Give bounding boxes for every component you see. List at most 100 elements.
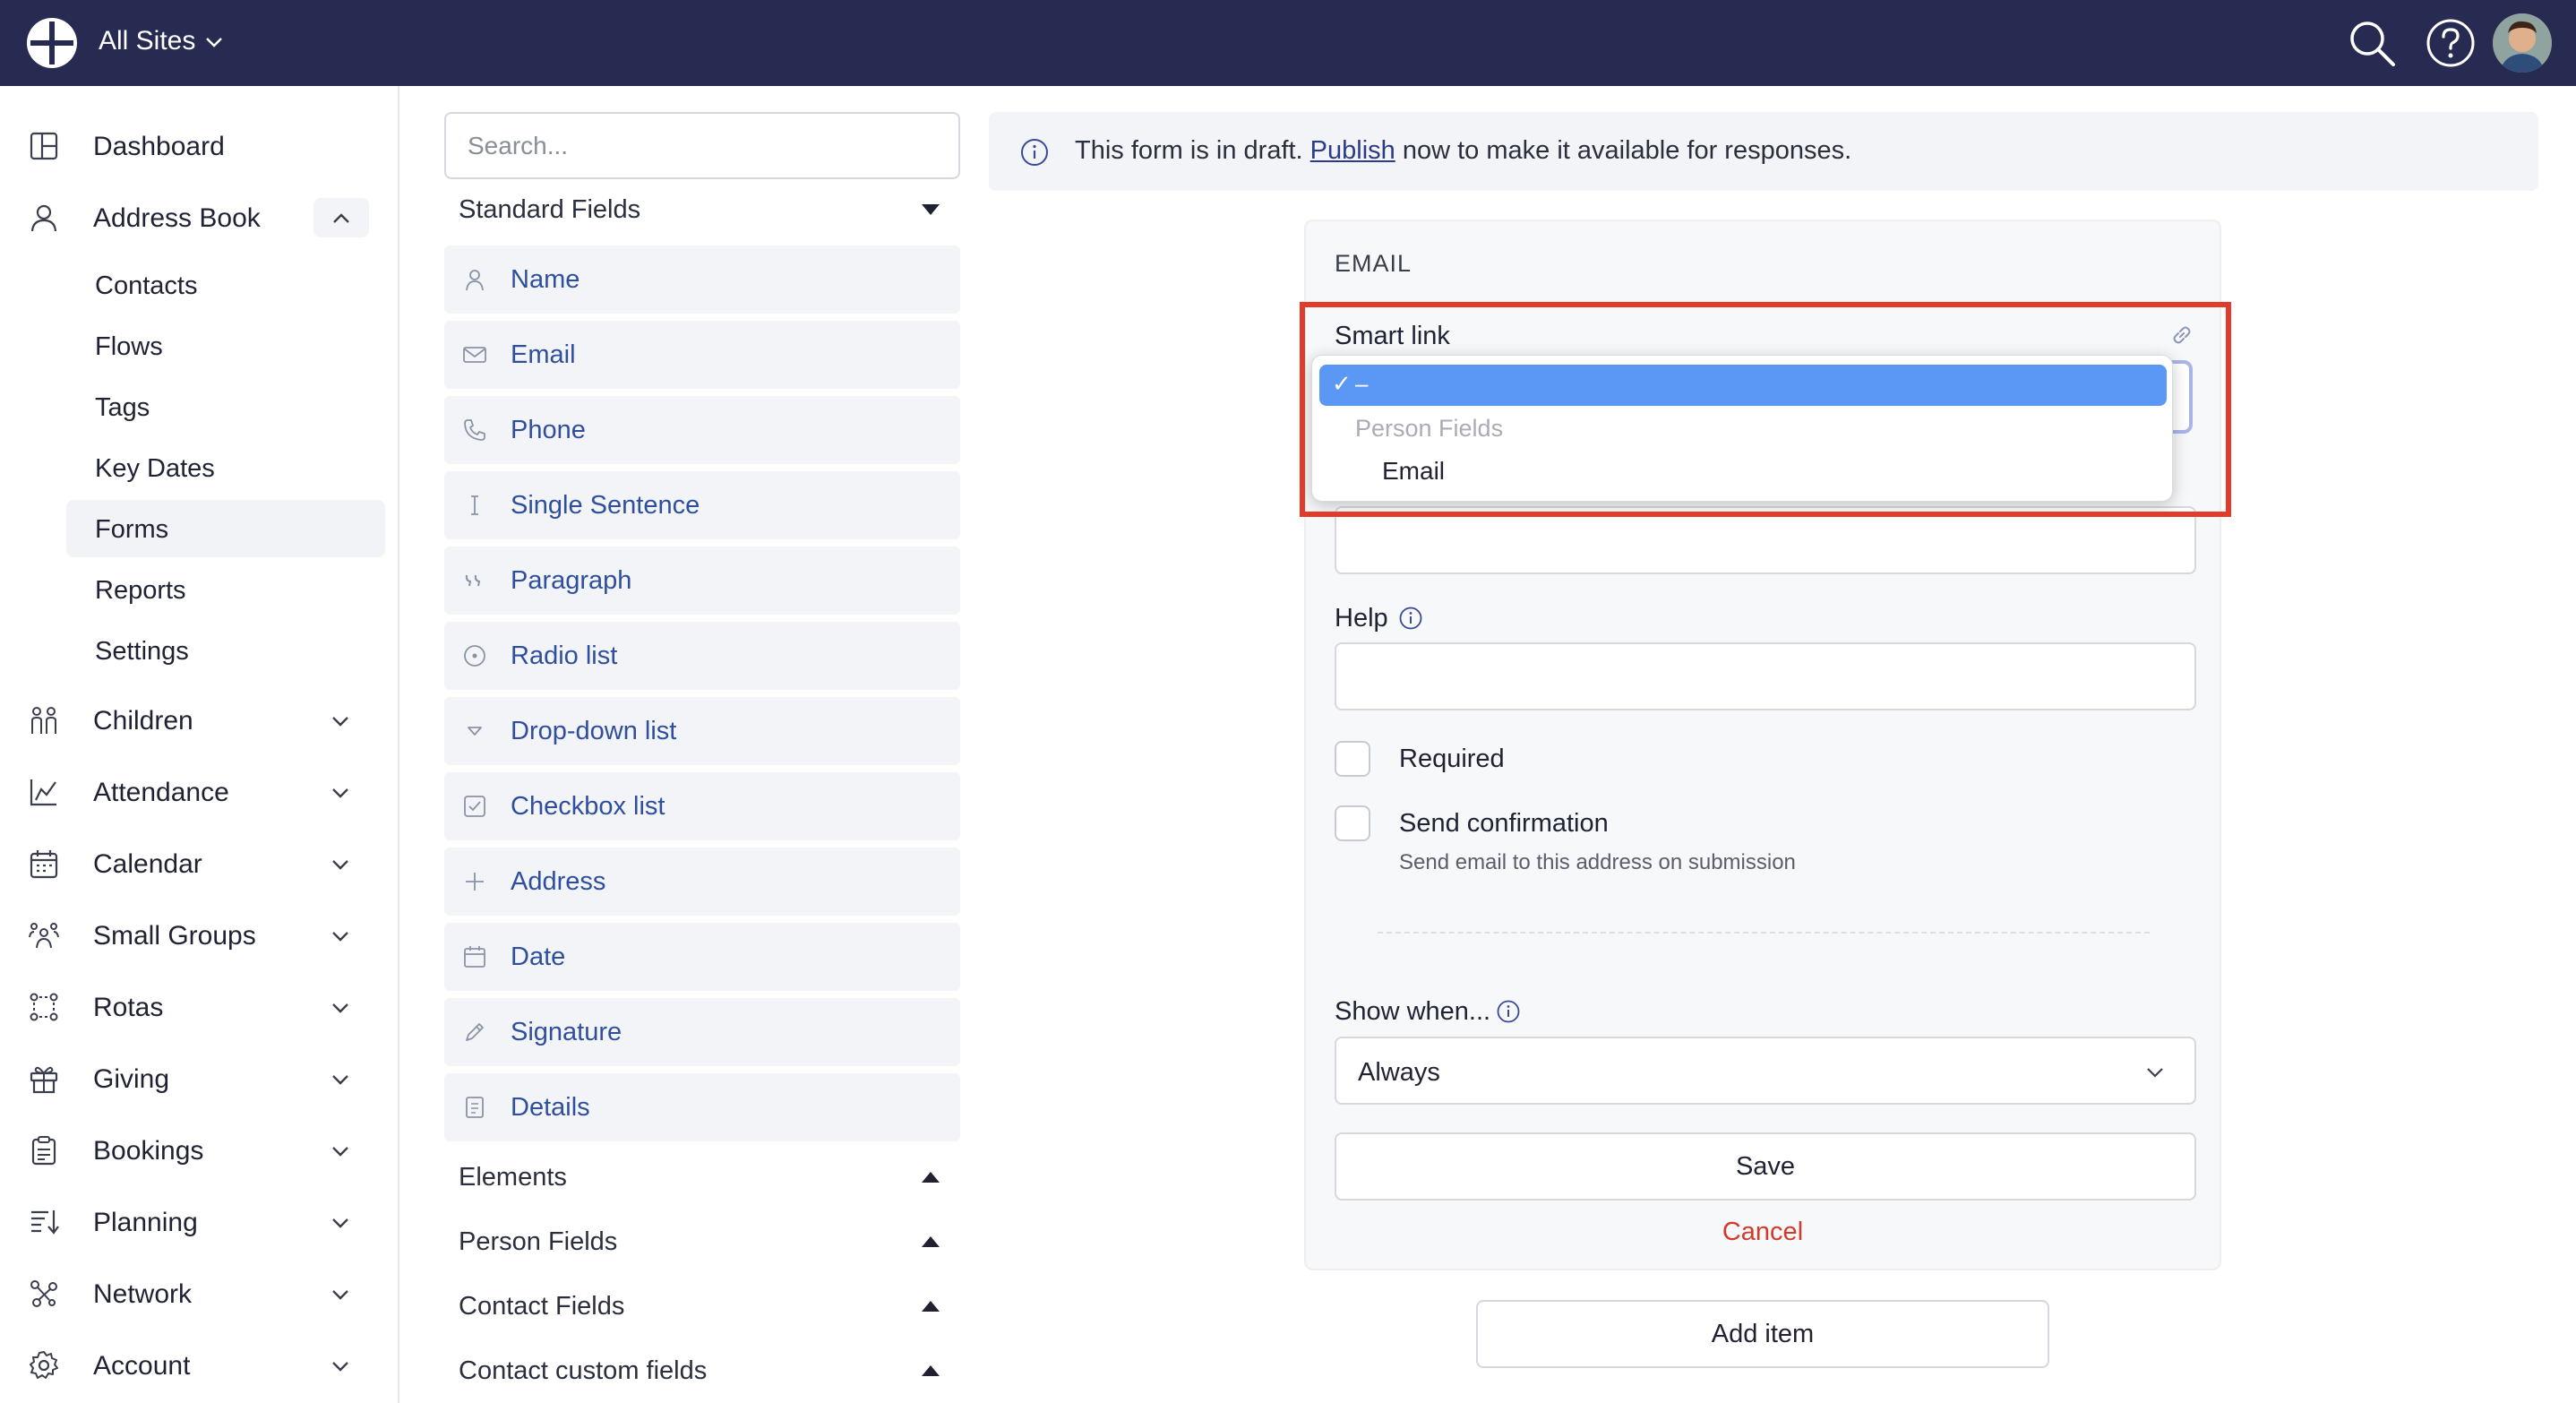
chevron-up-icon[interactable] xyxy=(329,206,354,231)
palette-field-details[interactable]: Details xyxy=(444,1073,960,1141)
group-label: Contact custom fields xyxy=(459,1356,708,1385)
sidebar-item-attendance[interactable]: Attendance xyxy=(0,765,399,819)
caret-up-icon[interactable] xyxy=(921,1235,940,1249)
chevron-down-icon[interactable] xyxy=(328,1354,353,1379)
group-label: Elements xyxy=(459,1163,567,1192)
site-switcher-label[interactable]: All Sites xyxy=(99,26,195,56)
add-item-button[interactable]: Add item xyxy=(1476,1300,2049,1368)
draft-text-after: now to make it available for responses. xyxy=(1395,136,1852,165)
chevron-down-icon[interactable] xyxy=(328,1210,353,1235)
caret-up-icon[interactable] xyxy=(921,1364,940,1378)
palette-field-label: Email xyxy=(511,340,576,369)
sidebar-item-bookings[interactable]: Bookings xyxy=(0,1123,399,1177)
clipboard-icon xyxy=(31,1136,56,1166)
sidebar-subitem-label: Key Dates xyxy=(95,454,215,483)
palette-field-name[interactable]: Name xyxy=(444,245,960,314)
cancel-link[interactable]: Cancel xyxy=(1306,1218,2220,1247)
sidebar-item-network[interactable]: Network xyxy=(0,1267,399,1321)
sidebar-subitem-contacts[interactable]: Contacts xyxy=(66,256,385,314)
sidebar-subitem-reports[interactable]: Reports xyxy=(66,561,385,618)
palette-field-single-sentence[interactable]: Single Sentence xyxy=(444,471,960,539)
group-label: Person Fields xyxy=(459,1227,618,1256)
group-contact-custom-fields[interactable]: Contact custom fields xyxy=(444,1346,960,1396)
chevron-down-icon[interactable] xyxy=(328,709,353,734)
caret-up-icon[interactable] xyxy=(921,1299,940,1313)
info-icon[interactable] xyxy=(1496,999,1521,1024)
sidebar-subitem-forms[interactable]: Forms xyxy=(66,500,385,557)
sidebar: Dashboard Address Book Contacts Flows Ta… xyxy=(0,86,399,1403)
sidebar-subitem-flows[interactable]: Flows xyxy=(66,317,385,374)
sidebar-item-dashboard[interactable]: Dashboard xyxy=(0,119,399,173)
rotas-icon xyxy=(30,993,58,1021)
chevron-down-icon[interactable] xyxy=(328,1139,353,1164)
field-type-heading: EMAIL xyxy=(1335,250,1413,277)
sidebar-item-account[interactable]: Account xyxy=(0,1338,399,1392)
required-checkbox[interactable] xyxy=(1335,741,1370,777)
group-elements[interactable]: Elements xyxy=(444,1152,960,1202)
group-standard-fields[interactable]: Standard Fields xyxy=(444,185,960,235)
person-icon xyxy=(30,204,57,232)
sidebar-item-giving[interactable]: Giving xyxy=(0,1052,399,1106)
chevron-down-icon[interactable] xyxy=(328,995,353,1020)
palette-field-address[interactable]: Address xyxy=(444,848,960,916)
dashboard-icon xyxy=(30,132,58,160)
save-button[interactable]: Save xyxy=(1335,1132,2196,1201)
chevron-down-icon xyxy=(2147,1068,2163,1078)
chevron-down-icon[interactable] xyxy=(328,780,353,805)
globe-logo-icon[interactable] xyxy=(25,16,79,70)
field-search-input[interactable] xyxy=(468,132,933,160)
sidebar-item-label: Account xyxy=(93,1351,191,1381)
sidebar-item-address-book[interactable]: Address Book xyxy=(0,191,399,245)
search-icon[interactable] xyxy=(2345,16,2399,70)
sidebar-item-label: Rotas xyxy=(93,993,164,1022)
caret-down-icon[interactable] xyxy=(921,202,940,217)
group-contact-fields[interactable]: Contact Fields xyxy=(444,1281,960,1331)
group-icon xyxy=(29,923,59,949)
sidebar-item-rotas[interactable]: Rotas xyxy=(0,980,399,1034)
show-when-select[interactable]: Always xyxy=(1335,1037,2196,1105)
palette-field-label: Radio list xyxy=(511,641,618,670)
sidebar-item-calendar[interactable]: Calendar xyxy=(0,837,399,891)
palette-field-phone[interactable]: Phone xyxy=(444,396,960,464)
palette-field-radio-list[interactable]: Radio list xyxy=(444,622,960,690)
person-icon xyxy=(466,270,484,291)
user-avatar[interactable] xyxy=(2493,13,2552,73)
palette-field-label: Checkbox list xyxy=(511,792,665,821)
sidebar-item-planning[interactable]: Planning xyxy=(0,1195,399,1249)
checkbox-icon xyxy=(464,796,485,817)
sidebar-subitem-label: Contacts xyxy=(95,271,198,300)
chevron-down-icon[interactable] xyxy=(328,852,353,877)
caret-up-icon[interactable] xyxy=(921,1170,940,1184)
sidebar-subitem-settings[interactable]: Settings xyxy=(66,622,385,679)
send-confirmation-checkbox[interactable] xyxy=(1335,805,1370,841)
palette-field-label: Drop-down list xyxy=(511,717,677,745)
palette-field-checkbox-list[interactable]: Checkbox list xyxy=(444,772,960,840)
publish-link[interactable]: Publish xyxy=(1310,136,1395,165)
palette-field-signature[interactable]: Signature xyxy=(444,998,960,1066)
gear-icon xyxy=(30,1351,58,1379)
sidebar-subitem-tags[interactable]: Tags xyxy=(66,378,385,435)
quote-icon xyxy=(465,574,481,587)
palette-field-email[interactable]: Email xyxy=(444,321,960,389)
group-label: Standard Fields xyxy=(459,195,641,224)
sidebar-item-small-groups[interactable]: Small Groups xyxy=(0,908,399,962)
sidebar-item-label: Calendar xyxy=(93,849,202,879)
sidebar-subitem-key-dates[interactable]: Key Dates xyxy=(66,439,385,496)
show-when-label: Show when... xyxy=(1335,997,1491,1026)
palette-field-drop-down-list[interactable]: Drop-down list xyxy=(444,697,960,765)
info-icon[interactable] xyxy=(1398,606,1423,631)
chevron-down-icon[interactable] xyxy=(328,1282,353,1307)
palette-field-label: Name xyxy=(511,265,580,294)
calendar-icon xyxy=(30,850,58,879)
help-icon[interactable] xyxy=(2425,17,2477,69)
palette-field-paragraph[interactable]: Paragraph xyxy=(444,547,960,615)
palette-field-date[interactable]: Date xyxy=(444,923,960,991)
group-person-fields[interactable]: Person Fields xyxy=(444,1217,960,1267)
help-input[interactable] xyxy=(1335,642,2196,710)
chevron-down-icon[interactable] xyxy=(328,1067,353,1092)
chevron-down-icon[interactable] xyxy=(202,30,226,54)
triangle-down-icon xyxy=(468,727,482,736)
sidebar-item-children[interactable]: Children xyxy=(0,693,399,747)
field-search-box[interactable] xyxy=(444,112,960,179)
chevron-down-icon[interactable] xyxy=(328,924,353,949)
